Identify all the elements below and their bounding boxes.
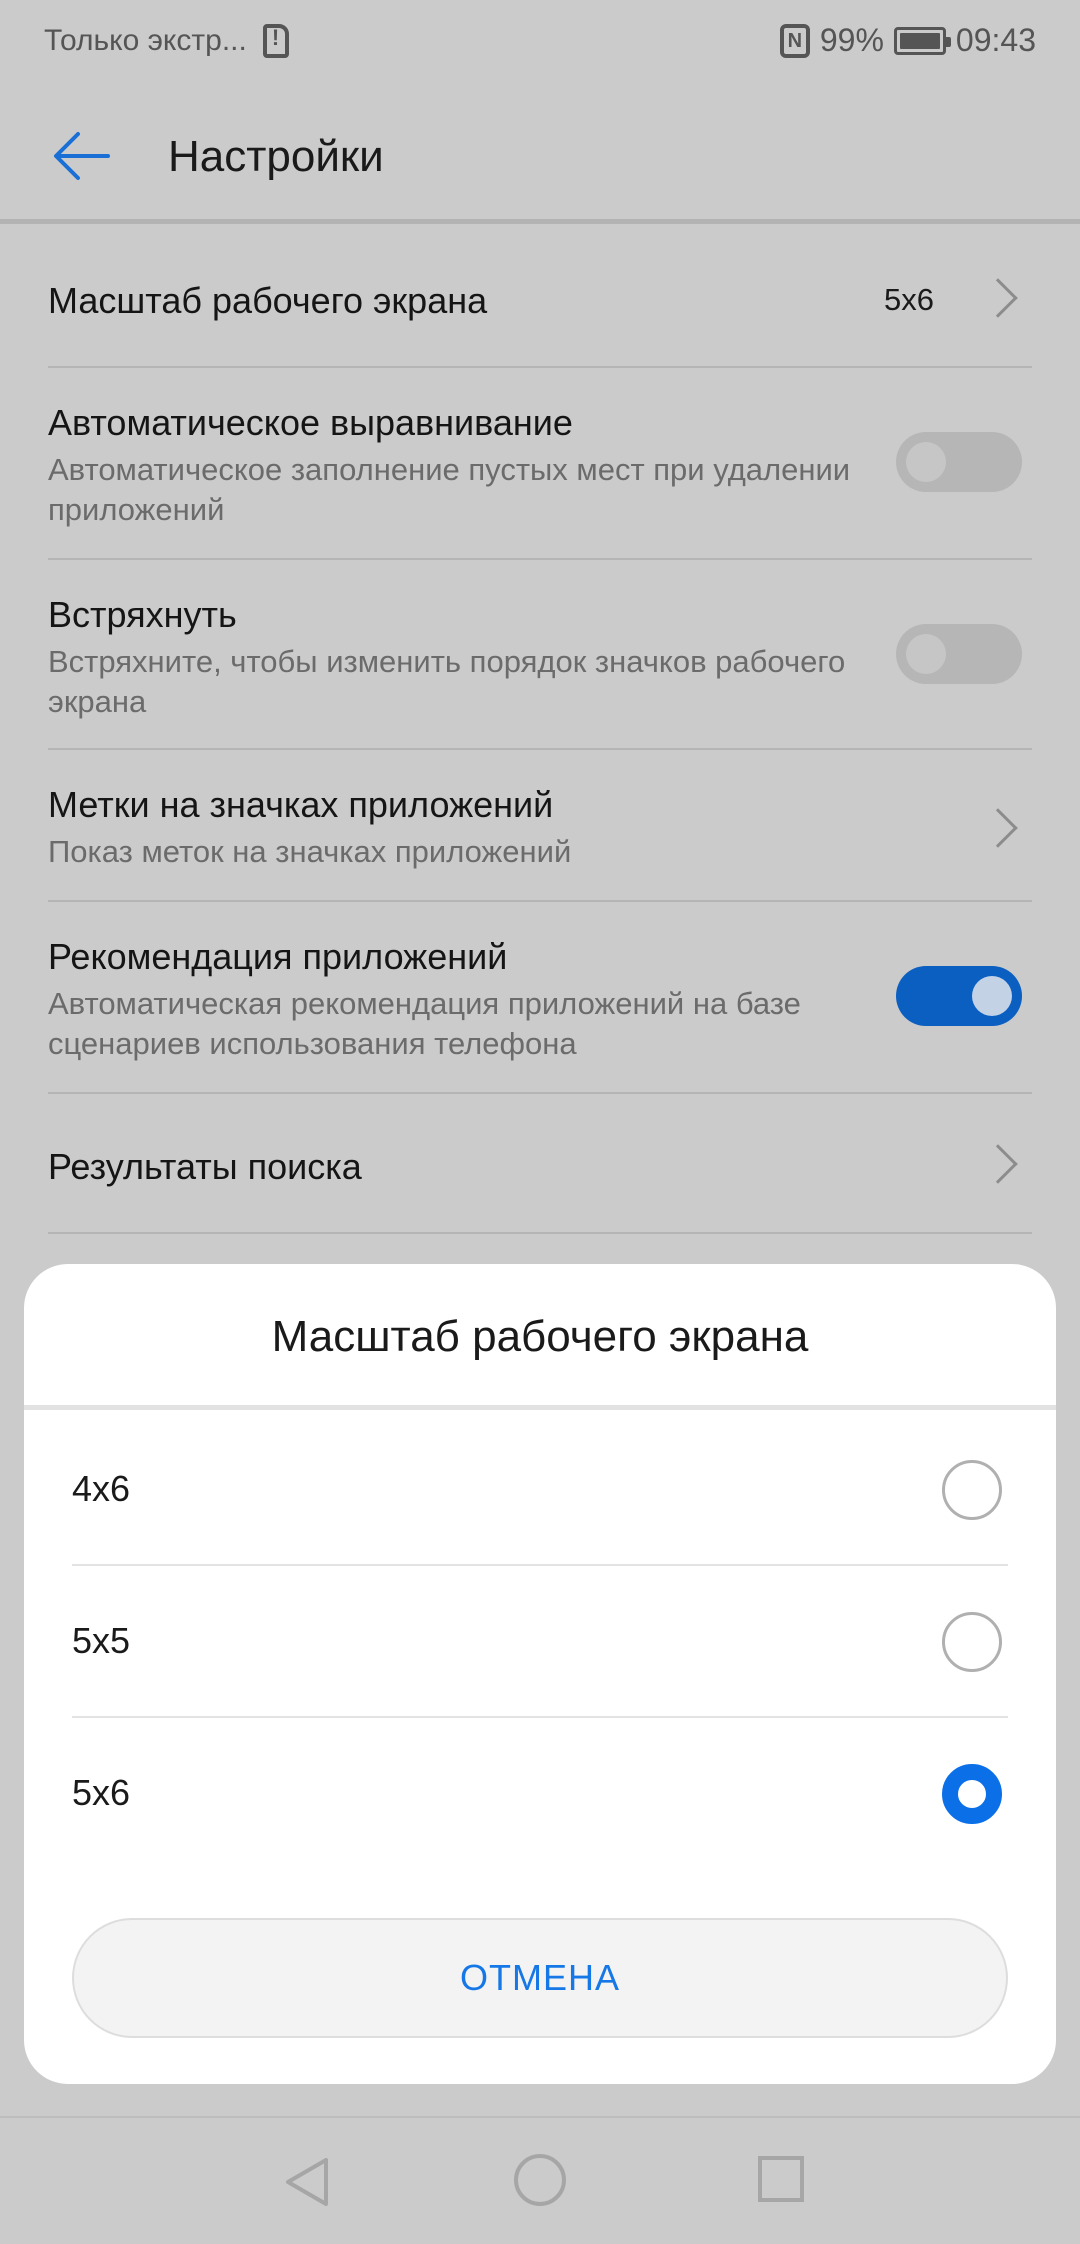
- sim-alert-icon: [262, 24, 289, 58]
- status-right: N 99% 09:43: [779, 22, 1036, 59]
- shake-toggle[interactable]: [896, 624, 1022, 684]
- dialog-title: Масштаб рабочего экрана: [24, 1264, 1056, 1410]
- toggle-knob: [906, 634, 946, 674]
- app-recommendations-toggle[interactable]: [896, 966, 1022, 1026]
- nav-back-icon[interactable]: [280, 2154, 336, 2210]
- app-bar: Настройки: [0, 88, 1080, 224]
- option-label: 5x6: [72, 1772, 131, 1813]
- battery-icon: [893, 26, 951, 55]
- toggle-knob: [906, 442, 946, 482]
- auto-align-toggle[interactable]: [896, 432, 1022, 492]
- setting-shake[interactable]: Встряхнуть Встряхните, чтобы изменить по…: [48, 560, 1032, 750]
- setting-title: Масштаб рабочего экрана: [48, 280, 488, 321]
- nav-recents-icon[interactable]: [758, 2156, 804, 2202]
- setting-subtitle: Автоматическая рекомендация приложений н…: [48, 986, 801, 1061]
- option-4x6[interactable]: 4x6: [72, 1414, 1008, 1566]
- setting-search-results[interactable]: Результаты поиска: [48, 1094, 1032, 1234]
- toggle-knob: [972, 976, 1012, 1016]
- setting-app-recommendations[interactable]: Рекомендация приложений Автоматическая р…: [48, 902, 1032, 1094]
- nav-home-icon[interactable]: [514, 2154, 566, 2206]
- clock: 09:43: [955, 22, 1036, 58]
- setting-value: 5x6: [884, 282, 934, 317]
- option-label: 4x6: [72, 1468, 131, 1509]
- page-title: Настройки: [168, 132, 384, 181]
- chevron-right-icon: [978, 1144, 1018, 1184]
- setting-auto-align[interactable]: Автоматическое выравнивание Автоматическ…: [48, 368, 1032, 560]
- status-left: Только экстр...: [44, 24, 289, 58]
- back-arrow-icon[interactable]: [52, 126, 112, 186]
- setting-title: Встряхнуть: [48, 594, 237, 635]
- option-5x6[interactable]: 5x6: [72, 1718, 1008, 1870]
- status-bar: Только экстр... N 99% 09:43: [0, 0, 1080, 88]
- setting-title: Рекомендация приложений: [48, 936, 508, 977]
- setting-title: Метки на значках приложений: [48, 784, 554, 825]
- settings-list: Масштаб рабочего экрана 5x6 Автоматическ…: [48, 226, 1032, 1234]
- radio-button[interactable]: [942, 1460, 1002, 1520]
- option-5x5[interactable]: 5x5: [72, 1566, 1008, 1718]
- setting-title: Результаты поиска: [48, 1146, 362, 1187]
- nfc-icon: N: [779, 23, 810, 58]
- radio-button-selected[interactable]: [942, 1764, 1002, 1824]
- setting-title: Автоматическое выравнивание: [48, 402, 573, 443]
- radio-button[interactable]: [942, 1612, 1002, 1672]
- scale-dialog: Масштаб рабочего экрана 4x6 5x5 5x6 ОТМЕ…: [24, 1264, 1056, 2084]
- battery-percent: 99%: [819, 22, 884, 58]
- option-label: 5x5: [72, 1620, 131, 1661]
- navigation-bar: [0, 2116, 1080, 2244]
- cancel-button[interactable]: ОТМЕНА: [72, 1918, 1008, 2038]
- setting-subtitle: Автоматическое заполнение пустых мест пр…: [48, 452, 851, 527]
- setting-app-badges[interactable]: Метки на значках приложений Показ меток …: [48, 750, 1032, 902]
- chevron-right-icon: [978, 278, 1018, 318]
- carrier-label: Только экстр...: [44, 24, 247, 57]
- setting-subtitle: Встряхните, чтобы изменить порядок значк…: [48, 644, 846, 719]
- setting-subtitle: Показ меток на значках приложений: [48, 834, 572, 869]
- setting-home-screen-scale[interactable]: Масштаб рабочего экрана 5x6: [48, 226, 1032, 368]
